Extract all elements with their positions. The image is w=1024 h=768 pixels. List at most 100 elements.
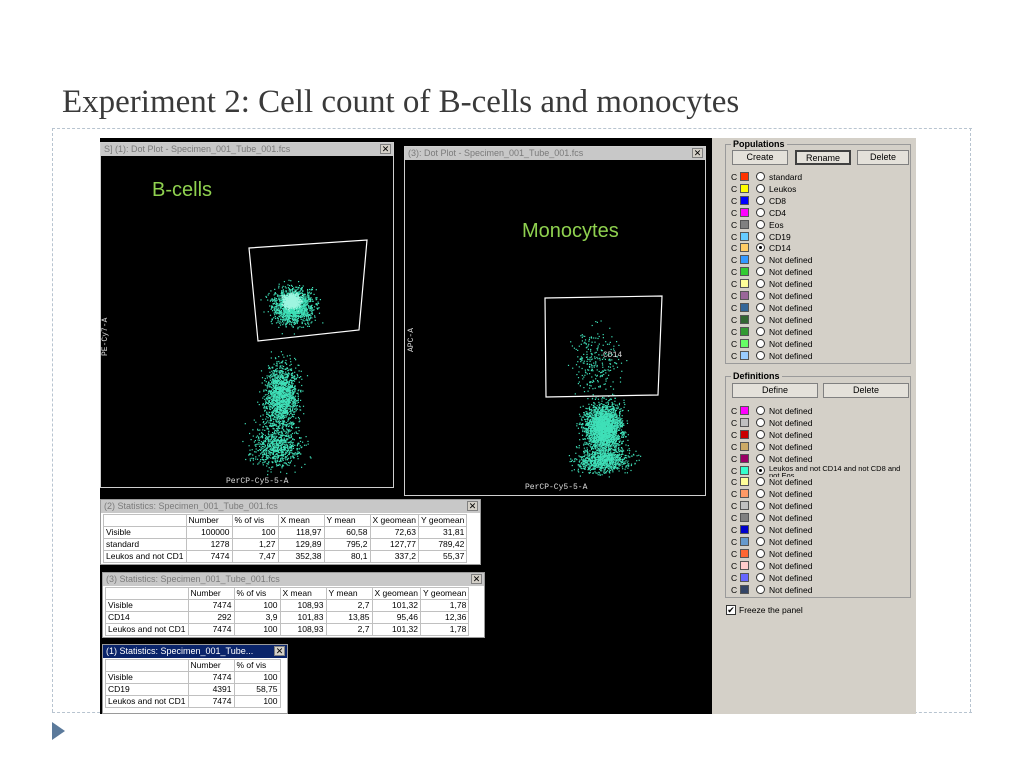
c-marker[interactable]: C	[731, 326, 737, 338]
c-marker[interactable]: C	[731, 584, 737, 596]
radio-button[interactable]	[756, 584, 765, 594]
color-swatch[interactable]	[740, 243, 749, 253]
radio-button[interactable]	[756, 548, 765, 558]
radio-button[interactable]	[756, 231, 765, 241]
color-swatch[interactable]	[740, 183, 749, 193]
c-marker[interactable]: C	[731, 266, 737, 278]
radio-button[interactable]	[756, 291, 765, 300]
radio-button[interactable]	[756, 477, 765, 487]
dot-plot-1-titlebar[interactable]: S] (1): Dot Plot - Specimen_001_Tube_001…	[101, 143, 393, 156]
radio-button[interactable]	[756, 536, 765, 546]
dot-plot-window-1[interactable]: S] (1): Dot Plot - Specimen_001_Tube_001…	[100, 142, 394, 488]
table-row[interactable]: standard 1278 1,27 129,89 795,2 127,77 789,42	[103, 538, 468, 551]
table-row[interactable]: Visible 7474 100 108,93 2,7 101,32 1,78	[105, 599, 470, 612]
radio-button[interactable]	[756, 314, 765, 324]
c-marker[interactable]: C	[731, 572, 737, 584]
radio-button[interactable]	[756, 326, 765, 336]
c-marker[interactable]: C	[731, 441, 737, 453]
radio-button[interactable]	[756, 219, 765, 229]
color-swatch[interactable]	[740, 172, 749, 181]
c-marker[interactable]: C	[731, 548, 737, 560]
c-marker[interactable]: C	[731, 171, 737, 183]
population-item[interactable]: C Not defined	[731, 290, 909, 302]
stats-2-titlebar[interactable]: (2) Statistics: Specimen_001_Tube_001.fc…	[101, 500, 480, 513]
color-swatch[interactable]	[740, 255, 749, 265]
radio-button[interactable]	[756, 560, 765, 570]
definition-item[interactable]: C Not defined	[731, 512, 909, 524]
population-item[interactable]: C Not defined	[731, 338, 909, 350]
definition-item[interactable]: C Leukos and not CD14 and not CD8 and not…	[731, 465, 909, 477]
radio-button[interactable]	[756, 267, 765, 277]
definition-item[interactable]: C Not defined	[731, 417, 909, 429]
close-icon[interactable]: ✕	[467, 501, 478, 511]
population-item[interactable]: C CD4	[731, 207, 909, 219]
definition-item[interactable]: C Not defined	[731, 441, 909, 453]
c-marker[interactable]: C	[731, 476, 737, 488]
definition-item[interactable]: C Not defined	[731, 560, 909, 572]
rename-button[interactable]: Rename	[795, 150, 851, 165]
c-marker[interactable]: C	[731, 429, 737, 441]
c-marker[interactable]: C	[731, 500, 737, 512]
statistics-window-3[interactable]: (3) Statistics: Specimen_001_Tube_001.fc…	[102, 572, 485, 638]
color-swatch[interactable]	[740, 536, 749, 546]
radio-button[interactable]	[756, 338, 765, 348]
c-marker[interactable]: C	[731, 524, 737, 536]
color-swatch[interactable]	[740, 195, 749, 205]
close-icon[interactable]: ✕	[274, 646, 285, 656]
color-swatch[interactable]	[740, 465, 749, 475]
c-marker[interactable]: C	[731, 560, 737, 572]
color-swatch[interactable]	[740, 572, 749, 582]
stats-1-titlebar[interactable]: (1) Statistics: Specimen_001_Tube... ✕	[103, 645, 287, 658]
c-marker[interactable]: C	[731, 242, 737, 254]
definition-item[interactable]: C Not defined	[731, 488, 909, 500]
table-row[interactable]: CD19 4391 58,75	[105, 683, 281, 696]
table-row[interactable]: Visible 100000 100 118,97 60,58 72,63 31,81	[103, 526, 468, 539]
c-marker[interactable]: C	[731, 207, 737, 219]
dot-plot-1-area[interactable]: B-cells PerCP-Cy5-5-A PE-Cy7-A	[101, 156, 393, 487]
definition-item[interactable]: C Not defined	[731, 584, 909, 596]
c-marker[interactable]: C	[731, 453, 737, 465]
close-icon[interactable]: ✕	[692, 148, 703, 158]
radio-button[interactable]	[756, 183, 765, 193]
radio-button[interactable]	[756, 465, 765, 475]
close-icon[interactable]: ✕	[471, 574, 482, 584]
color-swatch[interactable]	[740, 441, 749, 451]
color-swatch[interactable]	[740, 525, 749, 534]
radio-button[interactable]	[756, 172, 765, 181]
dot-plot-window-2[interactable]: (3): Dot Plot - Specimen_001_Tube_001.fc…	[404, 146, 706, 496]
population-item[interactable]: C Not defined	[731, 314, 909, 326]
color-swatch[interactable]	[740, 338, 749, 348]
definition-item[interactable]: C Not defined	[731, 429, 909, 441]
radio-button[interactable]	[756, 489, 765, 499]
definition-item[interactable]: C Not defined	[731, 572, 909, 584]
radio-button[interactable]	[756, 255, 765, 265]
table-row[interactable]: Visible 7474 100	[105, 671, 281, 684]
color-swatch[interactable]	[740, 477, 749, 487]
population-item[interactable]: C Leukos	[731, 183, 909, 195]
population-item[interactable]: C Eos	[731, 219, 909, 231]
population-item[interactable]: C CD14	[731, 242, 909, 254]
color-swatch[interactable]	[740, 513, 749, 523]
create-button[interactable]: Create	[732, 150, 788, 165]
color-swatch[interactable]	[740, 207, 749, 217]
stats-3-titlebar[interactable]: (3) Statistics: Specimen_001_Tube_001.fc…	[103, 573, 484, 586]
define-button[interactable]: Define	[732, 383, 818, 398]
c-marker[interactable]: C	[731, 350, 737, 362]
definition-item[interactable]: C Not defined	[731, 524, 909, 536]
c-marker[interactable]: C	[731, 405, 737, 417]
c-marker[interactable]: C	[731, 302, 737, 314]
radio-button[interactable]	[756, 513, 765, 523]
population-item[interactable]: C Not defined	[731, 350, 909, 362]
radio-button[interactable]	[756, 207, 765, 217]
definition-item[interactable]: C Not defined	[731, 500, 909, 512]
color-swatch[interactable]	[740, 326, 749, 336]
population-item[interactable]: C Not defined	[731, 254, 909, 266]
delete-definition-button[interactable]: Delete	[823, 383, 909, 398]
color-swatch[interactable]	[740, 302, 749, 312]
definition-item[interactable]: C Not defined	[731, 453, 909, 465]
table-row[interactable]: Leukos and not CD1 7474 100	[105, 695, 281, 708]
table-row[interactable]: Leukos and not CD1 7474 100 108,93 2,7 101,32…	[105, 623, 470, 636]
dot-plot-2-area[interactable]: Monocytes CD14 PerCP-Cy5-5-A APC-A	[405, 160, 705, 495]
population-item[interactable]: C Not defined	[731, 302, 909, 314]
c-marker[interactable]: C	[731, 536, 737, 548]
